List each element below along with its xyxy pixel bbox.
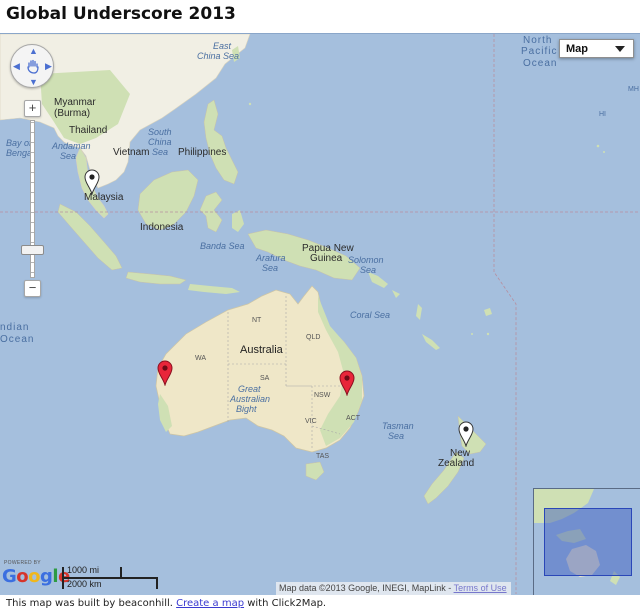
- footer-credit: This map was built by beaconhill. Create…: [6, 598, 326, 609]
- map-canvas[interactable]: Myanmar (Burma) Thailand Vietnam Philipp…: [0, 33, 640, 595]
- land-sumatra: [57, 203, 123, 271]
- label-guinea: Guinea: [310, 253, 343, 264]
- land-moluccas: [232, 210, 244, 232]
- label-state-vic: VIC: [305, 418, 317, 425]
- label-north-pacific-2: Pacific: [521, 46, 558, 57]
- label-vietnam: Vietnam: [113, 147, 150, 158]
- land-tasmania: [305, 461, 325, 481]
- marker-new-zealand[interactable]: [458, 421, 474, 447]
- label-great-aus-bight-3: Bight: [236, 404, 257, 414]
- label-arafura-sea-2: Sea: [262, 263, 279, 273]
- label-great-aus-bight-2: Australian: [230, 394, 271, 404]
- pan-up-arrow-icon[interactable]: ▲: [29, 47, 38, 56]
- zoom-out-button[interactable]: −: [24, 280, 41, 297]
- label-state-nsw: NSW: [314, 392, 331, 399]
- label-state-act: ACT: [346, 415, 360, 422]
- land-java: [125, 271, 187, 285]
- marker-sydney[interactable]: [339, 370, 355, 396]
- land-new-caledonia: [422, 334, 440, 350]
- label-banda-sea: Banda Sea: [200, 241, 245, 251]
- scale-tick-left: [62, 567, 64, 589]
- google-wordmark: Google: [2, 566, 70, 587]
- label-indian-ocean-2: Ocean: [0, 334, 35, 345]
- pan-left-arrow-icon[interactable]: ◀: [13, 62, 20, 71]
- scale-bar: 1000 mi 2000 km: [62, 565, 162, 591]
- label-north-pacific-3: Ocean: [523, 58, 558, 69]
- label-state-tas: TAS: [316, 453, 330, 460]
- hand-icon: [27, 59, 39, 74]
- zoom-slider-handle[interactable]: [21, 245, 44, 255]
- overview-viewport[interactable]: [544, 508, 632, 576]
- land-solomon: [368, 272, 400, 298]
- page-title: Global Underscore 2013: [6, 4, 236, 24]
- label-east-china-sea-2: China Sea: [197, 51, 240, 61]
- pan-down-arrow-icon[interactable]: ▼: [29, 78, 38, 87]
- label-state-wa: WA: [195, 355, 207, 362]
- label-state-qld: QLD: [306, 334, 321, 341]
- label-tasman-sea-1: Tasman: [382, 421, 414, 431]
- land-borneo: [137, 169, 199, 231]
- scale-km: 2000 km: [67, 579, 102, 589]
- scale-tick-km: [156, 577, 158, 589]
- label-mh: MH: [628, 86, 639, 93]
- date-line: [493, 34, 517, 594]
- terms-of-use-link[interactable]: Terms of Use: [454, 583, 507, 593]
- label-indonesia: Indonesia: [140, 222, 184, 233]
- footer-suffix: with Click2Map.: [244, 598, 327, 609]
- map-type-selected: Map: [566, 43, 588, 55]
- label-state-sa: SA: [260, 375, 270, 382]
- zoom-in-button[interactable]: +: [24, 100, 41, 117]
- create-a-map-link[interactable]: Create a map: [176, 598, 244, 609]
- footer-prefix: This map was built by beaconhill.: [6, 598, 177, 609]
- label-philippines: Philippines: [178, 147, 227, 158]
- label-burma: (Burma): [54, 108, 91, 119]
- label-south-china-sea-3: Sea: [152, 147, 169, 157]
- google-logo[interactable]: POWERED BY Google: [2, 560, 70, 590]
- land-philippines: [203, 99, 239, 185]
- pan-right-arrow-icon[interactable]: ▶: [45, 62, 52, 71]
- label-north-pacific-1: North: [523, 35, 553, 46]
- label-state-nt: NT: [252, 317, 262, 324]
- pan-control[interactable]: ▲ ▼ ◀ ▶: [10, 44, 54, 88]
- label-great-aus-bight-1: Great: [238, 384, 261, 394]
- label-australia: Australia: [240, 344, 283, 356]
- label-south-china-sea-1: South: [148, 127, 172, 137]
- label-thailand: Thailand: [69, 125, 108, 136]
- scale-line: [62, 577, 158, 579]
- marker-malaysia[interactable]: [84, 169, 100, 195]
- zoom-control[interactable]: + −: [21, 100, 44, 300]
- land-lesser-sunda: [188, 284, 240, 294]
- scale-tick-mi: [120, 567, 122, 577]
- label-hi: HI: [599, 111, 606, 118]
- label-south-china-sea-2: China: [148, 137, 172, 147]
- scale-miles: 1000 mi: [67, 565, 100, 575]
- label-zealand: Zealand: [438, 458, 475, 469]
- label-east-china-sea-1: East: [213, 41, 232, 51]
- label-andaman-sea-2: Sea: [60, 151, 77, 161]
- label-andaman-sea-1: Andaman: [52, 141, 91, 151]
- label-tasman-sea-2: Sea: [388, 431, 405, 441]
- marker-perth[interactable]: [157, 360, 173, 386]
- map-type-select[interactable]: Map: [559, 39, 634, 58]
- land-vanuatu: [416, 304, 422, 320]
- attribution-text: Map data ©2013 Google, INEGI, MapLink -: [279, 583, 454, 593]
- label-coral-sea: Coral Sea: [350, 310, 391, 320]
- overview-map[interactable]: [533, 488, 640, 595]
- label-myanmar: Myanmar: [54, 97, 96, 108]
- label-solomon-sea-2: Sea: [360, 265, 377, 275]
- land-fiji: [484, 308, 492, 316]
- chevron-down-icon: [615, 46, 625, 52]
- label-arafura-sea-1: Arafura: [256, 253, 286, 263]
- map-attribution: Map data ©2013 Google, INEGI, MapLink - …: [276, 582, 511, 595]
- label-indian-ocean-1: ndian: [0, 322, 30, 333]
- label-solomon-sea-1: Solomon: [348, 255, 384, 265]
